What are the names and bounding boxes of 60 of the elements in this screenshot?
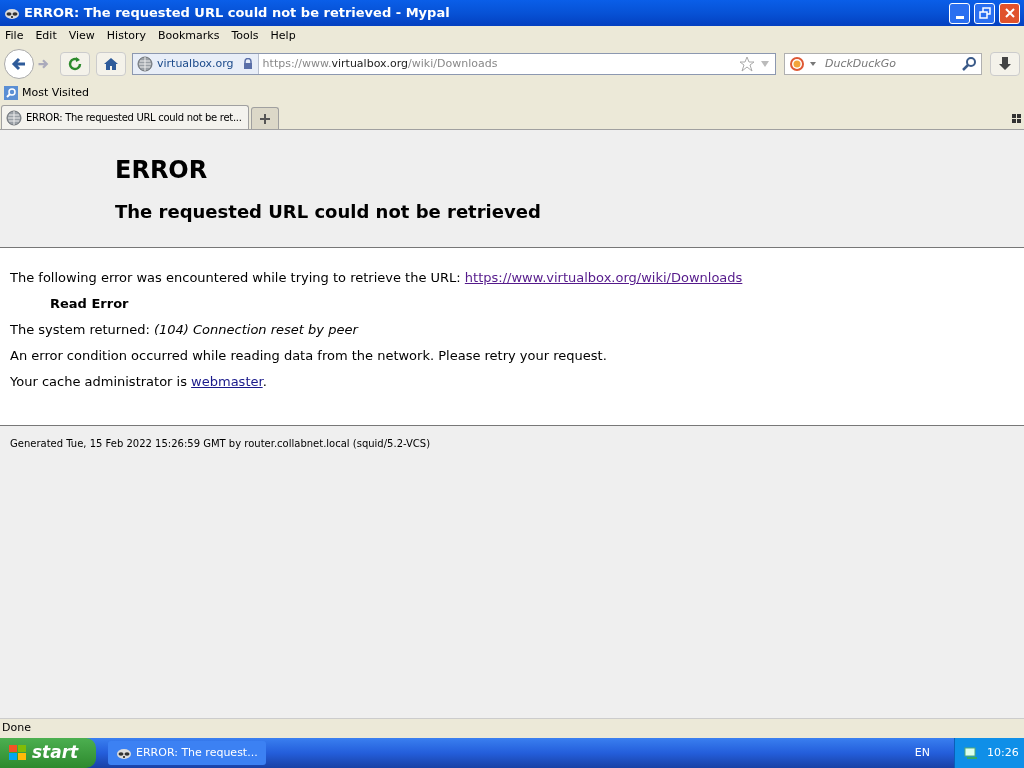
language-indicator[interactable]: EN	[914, 744, 930, 762]
menu-item[interactable]: History	[103, 27, 149, 45]
error-name: Read Error	[49, 295, 130, 313]
window-title: ERROR: The requested URL could not be retrieved - Mypal	[24, 4, 451, 23]
downloads-button[interactable]	[990, 52, 1020, 76]
webmaster-link[interactable]: webmaster	[191, 374, 263, 389]
minimize-button[interactable]	[949, 2, 970, 24]
error-heading: ERROR	[115, 155, 209, 186]
menu-item[interactable]: Edit	[32, 27, 60, 45]
reload-button[interactable]	[60, 52, 90, 76]
generated-footer: Generated Tue, 15 Feb 2022 15:26:59 GMT by router.collabnet.local (squid/5.2-VCS)	[0, 426, 1024, 451]
menu-item[interactable]: View	[65, 27, 98, 45]
bookmark-folder[interactable]: Most Visited	[4, 84, 89, 102]
globe-icon	[6, 109, 22, 126]
padlock-icon	[241, 58, 254, 70]
home-icon	[103, 56, 119, 72]
back-arrow-icon	[11, 56, 27, 72]
search-placeholder: DuckDuckGo	[825, 55, 897, 72]
close-icon	[1003, 7, 1016, 19]
forward-arrow-icon	[37, 58, 49, 70]
network-icon[interactable]	[963, 745, 979, 761]
globe-icon	[137, 56, 153, 72]
url-link[interactable]: https://www.virtualbox.org/wiki/Downloads	[464, 270, 743, 285]
restore-button[interactable]	[974, 2, 995, 24]
site-domain: virtualbox.org	[157, 55, 234, 72]
search-icon[interactable]	[961, 56, 977, 72]
menu-item[interactable]: Help	[267, 27, 299, 45]
plus-icon	[259, 112, 271, 125]
system-returned: The system returned: (104) Connection reset by peer	[10, 321, 360, 339]
star-icon[interactable]	[739, 56, 755, 72]
admin-note: Your cache administrator is webmaster.	[10, 373, 268, 391]
error-description: An error condition occurred while reading data from the network. Please retry your request.	[10, 347, 608, 365]
taskbar-window[interactable]: ERROR: The request...	[108, 741, 266, 765]
clock: 10:26	[987, 744, 1019, 761]
menu-item[interactable]: Tools	[228, 27, 262, 45]
windows-logo-icon	[8, 743, 28, 763]
close-button[interactable]	[999, 2, 1020, 24]
tab-title: ERROR: The requested URL could not be ret...	[26, 111, 242, 125]
caret-icon	[809, 60, 817, 68]
duck-logo-icon	[789, 56, 805, 72]
error-subheading: The requested URL could not be retrieved	[115, 200, 542, 224]
address-bar[interactable]: virtualbox.org https://www.virtualbox.org/wiki/Downloads	[132, 53, 776, 75]
home-button[interactable]	[96, 52, 126, 76]
site-identity-button[interactable]: virtualbox.org	[133, 54, 259, 74]
tab-grid-icon[interactable]	[1012, 114, 1021, 123]
download-arrow-icon	[997, 56, 1013, 72]
back-button[interactable]	[4, 49, 34, 79]
magnifier-icon	[4, 86, 18, 100]
status-text: Done	[2, 720, 31, 737]
browser-tab[interactable]: ERROR: The requested URL could not be ret...	[1, 105, 249, 129]
menu-item[interactable]: Bookmarks	[155, 27, 223, 45]
search-field[interactable]: DuckDuckGo	[784, 53, 982, 75]
taskbar-window-title: ERROR: The request...	[136, 744, 258, 761]
restore-icon	[978, 7, 991, 19]
menu-item[interactable]: File	[2, 27, 27, 45]
bookmark-label: Most Visited	[22, 84, 89, 101]
url-text: https://www.virtualbox.org/wiki/Downloads	[261, 55, 499, 72]
reload-icon	[67, 56, 83, 72]
new-tab-button[interactable]	[251, 107, 279, 129]
error-intro: The following error was encountered while trying to retrieve the URL: https://www.virtualbox.org/wiki/Downloads	[10, 269, 744, 287]
